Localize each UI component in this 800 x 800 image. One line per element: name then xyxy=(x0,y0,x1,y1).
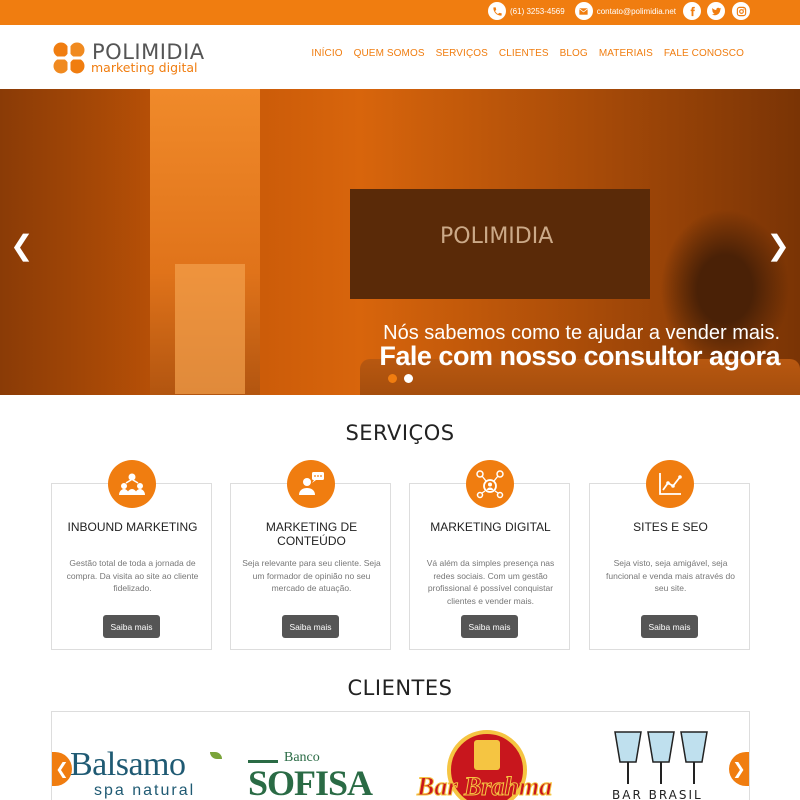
slider-dot-1[interactable] xyxy=(388,374,397,383)
beer-mug-icon xyxy=(474,740,500,770)
service-desc: Vá além da simples presença nas redes so… xyxy=(426,558,555,606)
facebook-icon[interactable] xyxy=(683,2,701,20)
saiba-mais-button[interactable]: Saiba mais xyxy=(461,615,518,638)
nav-quem-somos[interactable]: QUEM SOMOS xyxy=(354,48,425,59)
clients-title: CLIENTES xyxy=(347,676,453,700)
email-contact[interactable]: contato@polimidia.net xyxy=(574,2,676,20)
client-logo-bar-brasil[interactable]: BAR BRASIL xyxy=(610,730,725,800)
service-card-sites-seo: SITES E SEO Seja visto, seja amigável, s… xyxy=(589,460,750,650)
client-logo-name: SOFISA xyxy=(248,763,373,800)
phone-icon xyxy=(488,2,506,20)
nav-fale-conosco[interactable]: FALE CONOSCO xyxy=(664,48,744,59)
slider-next-arrow-icon[interactable]: ❯ xyxy=(767,229,790,262)
nav-blog[interactable]: BLOG xyxy=(560,48,588,59)
carousel-prev-icon[interactable]: ❮ xyxy=(52,752,72,786)
twitter-icon[interactable] xyxy=(707,2,725,20)
service-title: MARKETING DIGITAL xyxy=(430,520,551,534)
services-title: SERVIÇOS xyxy=(345,421,455,445)
client-logo-name: BAR BRASIL xyxy=(612,788,703,800)
growth-chart-icon xyxy=(646,460,694,508)
saiba-mais-button[interactable]: Saiba mais xyxy=(103,615,160,638)
service-card-digital: MARKETING DIGITAL Vá além da simples pre… xyxy=(409,460,570,650)
hero-door xyxy=(175,264,245,394)
slider-prev-arrow-icon[interactable]: ❮ xyxy=(10,229,33,262)
service-card-inbound: INBOUND MARKETING Gestão total de toda a… xyxy=(51,460,212,650)
top-bar: (61) 3253-4569 contato@polimidia.net xyxy=(0,0,800,25)
service-desc: Gestão total de toda a jornada de compra… xyxy=(66,558,199,593)
email-address: contato@polimidia.net xyxy=(596,6,676,16)
hero-slider: POLIMIDIA Nós sabemos como te ajudar a v… xyxy=(0,89,800,395)
nav-materiais[interactable]: MATERIAIS xyxy=(599,48,653,59)
people-network-icon xyxy=(108,460,156,508)
leaf-icon xyxy=(210,752,222,759)
clover-logo-icon xyxy=(52,41,86,75)
client-logo-balsamo[interactable]: Balsamo spa natural xyxy=(70,746,222,800)
client-logo-sofisa[interactable]: Banco SOFISA xyxy=(248,750,388,800)
wine-glasses-icon xyxy=(614,731,708,784)
carousel-next-icon[interactable]: ❯ xyxy=(729,752,749,786)
main-nav: INÍCIO QUEM SOMOS SERVIÇOS CLIENTES BLOG… xyxy=(311,48,744,59)
brand-tagline: marketing digital xyxy=(91,60,198,75)
phone-contact[interactable]: (61) 3253-4569 xyxy=(488,2,565,20)
service-title: SITES E SEO xyxy=(633,520,708,534)
service-desc: Seja relevante para seu cliente. Seja um… xyxy=(242,558,381,593)
envelope-icon xyxy=(574,2,593,20)
site-header: POLIMIDIA marketing digital INÍCIO QUEM … xyxy=(0,25,800,89)
slider-dots xyxy=(388,374,413,383)
saiba-mais-button[interactable]: Saiba mais xyxy=(641,615,698,638)
service-title: INBOUND MARKETING xyxy=(67,520,198,534)
social-network-icon xyxy=(466,460,514,508)
service-card-conteudo: MARKETING DE CONTEÚDO Seja relevante par… xyxy=(230,460,391,650)
service-desc: Seja visto, seja amigável, seja funciona… xyxy=(606,558,735,593)
polimidia-logo[interactable]: POLIMIDIA marketing digital xyxy=(52,38,204,78)
instagram-icon[interactable] xyxy=(732,2,750,20)
saiba-mais-button[interactable]: Saiba mais xyxy=(282,615,339,638)
slider-dot-2[interactable] xyxy=(404,374,413,383)
hero-wall-sign: POLIMIDIA xyxy=(440,224,554,249)
hero-cta-text: Fale com nosso consultor agora xyxy=(379,341,780,371)
client-logo-sub: spa natural xyxy=(94,782,196,799)
phone-number: (61) 3253-4569 xyxy=(510,6,565,16)
client-logo-bar-brahma[interactable]: Bar Brahma xyxy=(416,730,562,800)
contact-info: (61) 3253-4569 contato@polimidia.net xyxy=(488,2,676,20)
clients-carousel: ❮ ❯ Balsamo spa natural Banco SOFISA Bar… xyxy=(51,711,750,800)
nav-clientes[interactable]: CLIENTES xyxy=(499,48,549,59)
service-title: MARKETING DE CONTEÚDO xyxy=(265,520,358,548)
client-logo-name: Balsamo xyxy=(70,746,186,783)
speaker-chat-icon xyxy=(287,460,335,508)
client-logo-name: Bar Brahma xyxy=(416,772,553,800)
nav-inicio[interactable]: INÍCIO xyxy=(311,48,342,59)
nav-servicos[interactable]: SERVIÇOS xyxy=(436,48,488,59)
